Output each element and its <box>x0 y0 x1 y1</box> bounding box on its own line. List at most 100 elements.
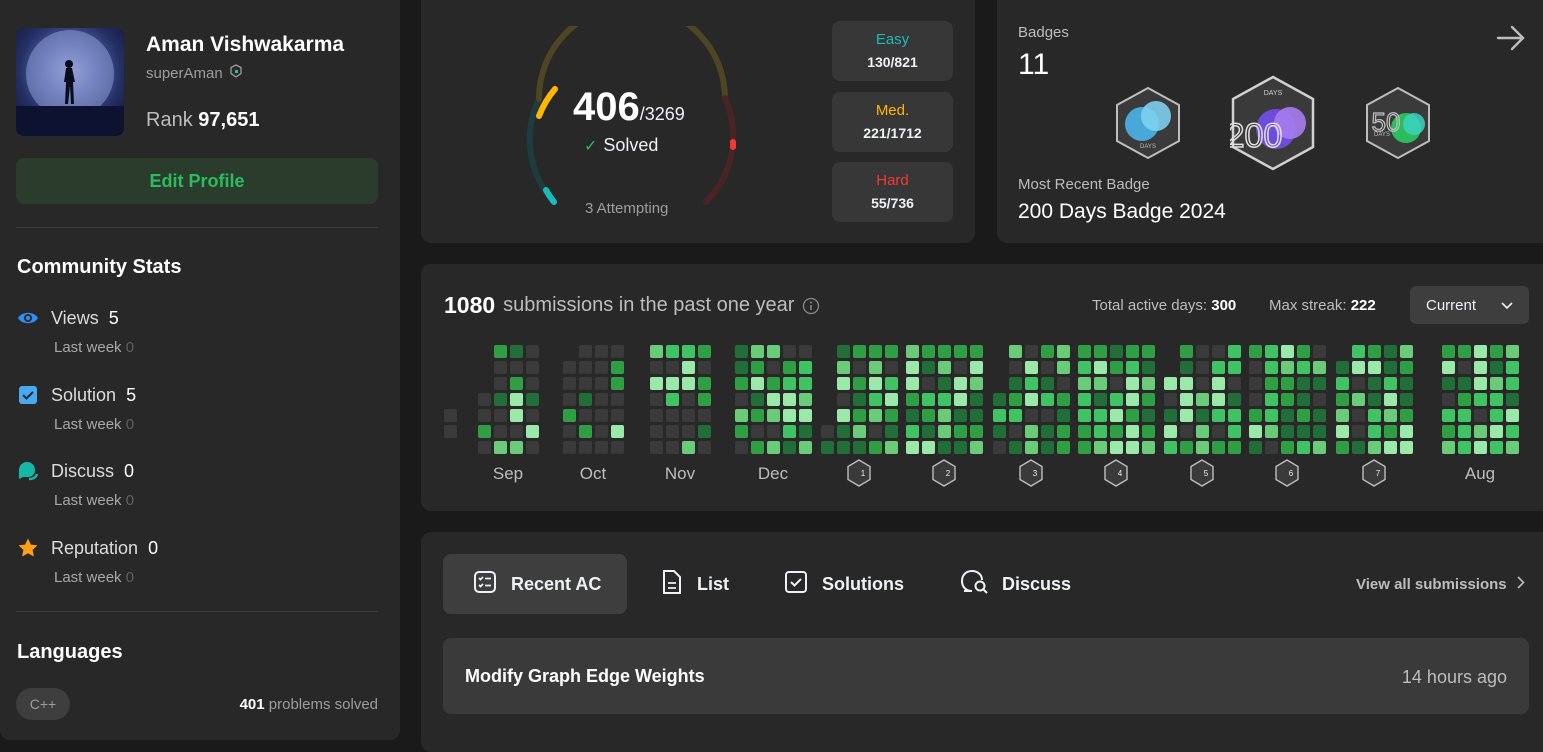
heatmap-cell[interactable] <box>666 377 679 390</box>
heatmap-cell[interactable] <box>1281 377 1294 390</box>
heatmap-cell[interactable] <box>922 361 935 374</box>
heatmap-cell[interactable] <box>1265 377 1278 390</box>
heatmap-cell[interactable] <box>510 425 523 438</box>
tab-discuss[interactable]: Discuss <box>960 554 1071 614</box>
heatmap-cell[interactable] <box>1142 345 1155 358</box>
heatmap-cell[interactable] <box>885 409 898 422</box>
heatmap-cell[interactable] <box>783 425 796 438</box>
heatmap-cell[interactable] <box>1400 345 1413 358</box>
heatmap-cell[interactable] <box>611 425 624 438</box>
heatmap-cell[interactable] <box>1458 425 1471 438</box>
heatmap-cell[interactable] <box>1506 409 1519 422</box>
heatmap-cell[interactable] <box>1352 425 1365 438</box>
heatmap-cell[interactable] <box>906 425 919 438</box>
heatmap-cell[interactable] <box>853 441 866 454</box>
heatmap-cell[interactable] <box>1094 361 1107 374</box>
heatmap-cell[interactable] <box>1265 393 1278 406</box>
heatmap-cell[interactable] <box>1400 393 1413 406</box>
heatmap-cell[interactable] <box>682 393 695 406</box>
heatmap-cell[interactable] <box>666 425 679 438</box>
heatmap-cell[interactable] <box>1126 361 1139 374</box>
heatmap-cell[interactable] <box>478 441 491 454</box>
heatmap-cell[interactable] <box>853 393 866 406</box>
heatmap-cell[interactable] <box>853 377 866 390</box>
heatmap-cell[interactable] <box>970 425 983 438</box>
heatmap-cell[interactable] <box>1110 361 1123 374</box>
heatmap-cell[interactable] <box>751 345 764 358</box>
heatmap-cell[interactable] <box>853 361 866 374</box>
heatmap-cell[interactable] <box>1094 377 1107 390</box>
heatmap-cell[interactable] <box>579 425 592 438</box>
heatmap-cell[interactable] <box>510 377 523 390</box>
heatmap-cell[interactable] <box>799 393 812 406</box>
heatmap-cell[interactable] <box>1281 441 1294 454</box>
heatmap-cell[interactable] <box>1474 425 1487 438</box>
heatmap-cell[interactable] <box>1474 409 1487 422</box>
heatmap-cell[interactable] <box>1297 393 1310 406</box>
heatmap-cell[interactable] <box>869 441 882 454</box>
heatmap-cell[interactable] <box>853 409 866 422</box>
heatmap-cell[interactable] <box>1474 441 1487 454</box>
heatmap-cell[interactable] <box>1212 441 1225 454</box>
heatmap-cell[interactable] <box>922 425 935 438</box>
heatmap-cell[interactable] <box>494 425 507 438</box>
heatmap-cell[interactable] <box>1474 361 1487 374</box>
heatmap-cell[interactable] <box>1265 409 1278 422</box>
heatmap-cell[interactable] <box>478 409 491 422</box>
heatmap-cell[interactable] <box>666 345 679 358</box>
heatmap-cell[interactable] <box>1057 425 1070 438</box>
heatmap-cell[interactable] <box>1078 345 1091 358</box>
tab-recent-ac[interactable]: Recent AC <box>443 554 627 614</box>
heatmap-cell[interactable] <box>1297 441 1310 454</box>
heatmap-cell[interactable] <box>735 345 748 358</box>
heatmap-cell[interactable] <box>563 361 576 374</box>
heatmap-cell[interactable] <box>1400 441 1413 454</box>
heatmap-cell[interactable] <box>494 409 507 422</box>
heatmap-cell[interactable] <box>1506 441 1519 454</box>
heatmap-cell[interactable] <box>1506 345 1519 358</box>
heatmap-cell[interactable] <box>666 393 679 406</box>
heatmap-cell[interactable] <box>1490 377 1503 390</box>
heatmap-cell[interactable] <box>970 393 983 406</box>
heatmap-cell[interactable] <box>1313 425 1326 438</box>
heatmap-cell[interactable] <box>970 409 983 422</box>
monthly-badge-icon[interactable] <box>1363 460 1385 486</box>
heatmap-cell[interactable] <box>595 409 608 422</box>
heatmap-cell[interactable] <box>1057 393 1070 406</box>
heatmap-cell[interactable] <box>650 377 663 390</box>
heatmap-cell[interactable] <box>954 361 967 374</box>
heatmap-cell[interactable] <box>1009 441 1022 454</box>
heatmap-cell[interactable] <box>1313 409 1326 422</box>
heatmap-cell[interactable] <box>1164 409 1177 422</box>
heatmap-cell[interactable] <box>1336 409 1349 422</box>
heatmap-cell[interactable] <box>1442 393 1455 406</box>
heatmap-cell[interactable] <box>853 425 866 438</box>
heatmap-cell[interactable] <box>1352 409 1365 422</box>
heatmap-cell[interactable] <box>563 425 576 438</box>
heatmap-cell[interactable] <box>1313 361 1326 374</box>
heatmap-cell[interactable] <box>1196 393 1209 406</box>
heatmap-cell[interactable] <box>799 377 812 390</box>
heatmap-cell[interactable] <box>885 377 898 390</box>
heatmap-cell[interactable] <box>1228 409 1241 422</box>
heatmap-cell[interactable] <box>1094 393 1107 406</box>
heatmap-cell[interactable] <box>869 361 882 374</box>
heatmap-cell[interactable] <box>1384 361 1397 374</box>
heatmap-cell[interactable] <box>1368 393 1381 406</box>
heatmap-cell[interactable] <box>993 425 1006 438</box>
heatmap-cell[interactable] <box>1142 425 1155 438</box>
heatmap-cell[interactable] <box>1110 425 1123 438</box>
heatmap-cell[interactable] <box>1180 409 1193 422</box>
heatmap-cell[interactable] <box>970 377 983 390</box>
heatmap-cell[interactable] <box>1126 393 1139 406</box>
heatmap-cell[interactable] <box>1196 425 1209 438</box>
heatmap-cell[interactable] <box>698 377 711 390</box>
heatmap-cell[interactable] <box>1228 441 1241 454</box>
heatmap-cell[interactable] <box>938 361 951 374</box>
heatmap-cell[interactable] <box>1126 377 1139 390</box>
heatmap-cell[interactable] <box>751 361 764 374</box>
heatmap-cell[interactable] <box>1490 345 1503 358</box>
heatmap-cell[interactable] <box>735 409 748 422</box>
heatmap-cell[interactable] <box>1384 425 1397 438</box>
heatmap-cell[interactable] <box>751 377 764 390</box>
